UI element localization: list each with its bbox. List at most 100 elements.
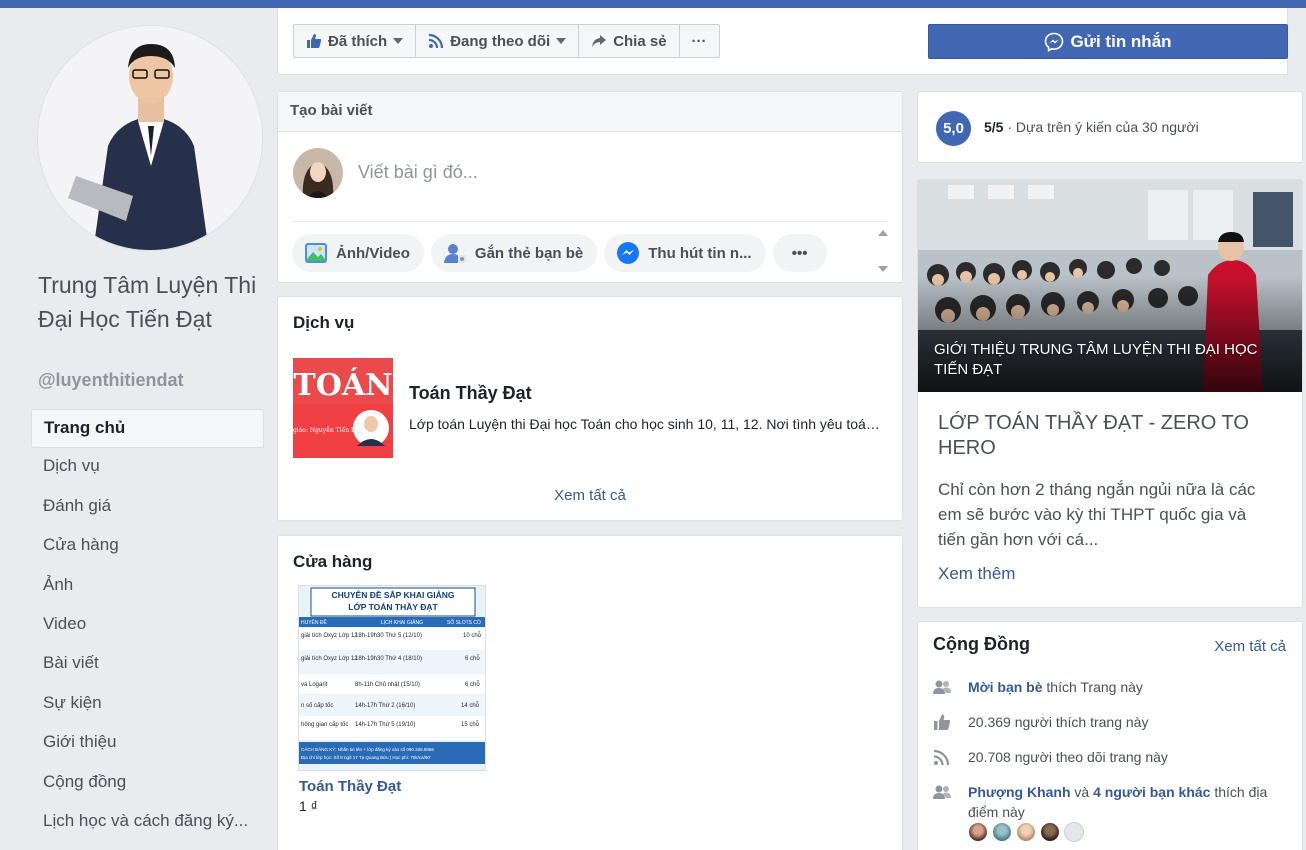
- invite-friends-link[interactable]: Mời bạn bè: [968, 679, 1043, 695]
- poster-cell: 6 chỗ: [465, 681, 480, 688]
- invite-text: thích Trang này: [1042, 679, 1143, 695]
- create-post-title: Tạo bài viết: [278, 92, 902, 132]
- poster-cell: và Logarit: [301, 682, 328, 688]
- messenger-icon: [616, 241, 640, 265]
- divider: [292, 221, 888, 222]
- nav-item-home[interactable]: Trang chủ: [31, 409, 264, 449]
- page-name: Trung Tâm Luyện Thi Đại Học Tiến Đạt: [38, 272, 257, 332]
- community-invite-row: Mời bạn bè thích Trang này: [933, 677, 1143, 697]
- friends-icon: [933, 783, 951, 801]
- share-button[interactable]: Chia sẻ: [579, 25, 680, 57]
- poster-cell: 18h-19h30 Thứ 5 (12/10): [355, 633, 422, 639]
- poster-cell: 14h-17h Thứ 2 (16/10): [355, 703, 415, 709]
- left-column: Trung Tâm Luyện Thi Đại Học Tiến Đạt @lu…: [0, 8, 276, 850]
- rating-card[interactable]: 5,0 5/5 · Dựa trên ý kiến của 30 người: [917, 91, 1303, 163]
- messenger-icon: [1044, 32, 1064, 52]
- nav-item-photos[interactable]: Ảnh: [31, 567, 264, 606]
- thumbs-up-icon: [306, 33, 322, 49]
- poster-header-2: LỊCH KHAI GIẢNG: [381, 619, 423, 626]
- user-avatar: [293, 148, 343, 198]
- get-messages-button[interactable]: Thu hút tin n...: [604, 234, 766, 272]
- service-thumbnail[interactable]: TOÁN Thầy giáo: Nguyễn Tiến Đạt: [293, 358, 393, 458]
- community-see-all-link[interactable]: Xem tất cả: [1214, 638, 1286, 655]
- scroll-down-arrow[interactable]: [878, 266, 888, 272]
- community-title: Cộng Đồng: [933, 634, 1030, 654]
- nav-item-videos[interactable]: Video: [31, 606, 264, 645]
- nav-item-services[interactable]: Dịch vụ: [31, 448, 264, 487]
- service-thumbnail-teacher: Thầy giáo: Nguyễn Tiến Đạt: [293, 426, 362, 434]
- poster-heading-2: LỚP TOÁN THẦY ĐẠT: [348, 601, 438, 612]
- friends-icon: [933, 678, 951, 696]
- featured-title[interactable]: LỚP TOÁN THẦY ĐẠT - ZERO TO HERO: [938, 411, 1288, 461]
- chevron-down-icon: [393, 38, 404, 44]
- page-handle[interactable]: @luyenthitiendat: [38, 370, 184, 391]
- poster-cell: n số cấp tốc: [301, 703, 333, 709]
- nav-item-schedule[interactable]: Lịch học và cách đăng ký...: [31, 803, 264, 842]
- poster-header-3: SỐ SLOTS CÒ: [447, 619, 481, 626]
- poster-cell: 15 chỗ: [461, 721, 480, 728]
- rating-label: 5/5: [984, 119, 1004, 135]
- nav-item-events[interactable]: Sự kiện: [31, 685, 264, 724]
- tag-friends-button[interactable]: Gắn thẻ bạn bè: [430, 234, 598, 272]
- poster-cell: 10 chỗ: [463, 632, 482, 639]
- more-options-button[interactable]: •••: [772, 234, 827, 272]
- featured-excerpt: Chỉ còn hơn 2 tháng ngắn ngủi nữa là các…: [938, 480, 1256, 549]
- scroll-up-arrow[interactable]: [878, 230, 888, 236]
- post-input[interactable]: Viết bài gì đó...: [358, 162, 478, 183]
- services-see-all-link[interactable]: Xem tất cả: [278, 487, 902, 504]
- shop-card: Cửa hàng CHUYÊN ĐỀ SẮP KHAI GIẢNG LỚP TO…: [277, 535, 903, 850]
- rating-description: · Dựa trên ý kiến của 30 người: [1007, 119, 1199, 135]
- tag-friends-icon: [443, 242, 467, 264]
- featured-post-card: GIỚI THIỆU TRUNG TÂM LUYỆN THI ĐẠI HỌC T…: [917, 179, 1303, 608]
- photo-video-button[interactable]: Ảnh/Video: [292, 234, 424, 272]
- rating-badge: 5,0: [936, 111, 971, 146]
- nav-item-community[interactable]: Cộng đồng: [31, 764, 264, 803]
- community-likes-row: 20.369 người thích trang này: [933, 712, 1148, 732]
- community-friends-row: Phượng Khanh và 4 người bạn khác thích đ…: [933, 782, 1273, 822]
- nav-item-about[interactable]: Giới thiệu: [31, 724, 264, 763]
- poster-footer-2: Địa chỉ lớp học: Số 8 ngõ 17 Tạ Quang Bử…: [301, 754, 431, 760]
- avatar[interactable]: [1064, 822, 1084, 842]
- poster-heading-1: CHUYÊN ĐỀ SẮP KHAI GIẢNG: [331, 589, 454, 600]
- service-thumbnail-title: TOÁN: [293, 367, 392, 403]
- profile-picture[interactable]: [37, 25, 263, 251]
- top-blue-bar: [0, 0, 1306, 8]
- poster-cell: 18h-19h30 Thứ 4 (18/10): [355, 656, 422, 662]
- rss-icon: [933, 748, 951, 766]
- follows-count: 20.708 người theo dõi trang này: [968, 749, 1168, 765]
- friends-avatars: [968, 822, 1084, 842]
- compose-options: Ảnh/Video Gắn thẻ bạn bè Thu hút tin n..…: [292, 234, 827, 272]
- shop-title: Cửa hàng: [293, 552, 373, 571]
- services-card: Dịch vụ TOÁN Thầy giáo: Nguyễn Tiến Đạt …: [277, 296, 903, 521]
- nav-item-reviews[interactable]: Đánh giá: [31, 488, 264, 527]
- service-title[interactable]: Toán Thầy Đạt: [409, 383, 532, 404]
- other-friends-link[interactable]: 4 người bạn khác: [1093, 784, 1210, 800]
- nav-item-shop[interactable]: Cửa hàng: [31, 527, 264, 566]
- featured-see-more-link[interactable]: Xem thêm: [938, 564, 1015, 584]
- product-name[interactable]: Toán Thầy Đạt: [299, 778, 401, 795]
- avatar[interactable]: [1016, 822, 1036, 842]
- nav-item-posts[interactable]: Bài viết: [31, 645, 264, 684]
- poster-footer-1: CÁCH ĐĂNG KÝ: Nhắn tin tên + lớp đăng ký…: [301, 746, 434, 752]
- poster-cell: 14 chỗ: [461, 702, 480, 709]
- create-post-card: Tạo bài viết Viết bài gì đó... Ảnh/Video…: [277, 91, 903, 283]
- avatar[interactable]: [1040, 822, 1060, 842]
- liked-button[interactable]: Đã thích: [294, 25, 417, 57]
- following-button[interactable]: Đang theo dõi: [416, 25, 580, 57]
- poster-cell: giải tích Oxyz Lớp 12: [301, 633, 358, 639]
- featured-image-caption: GIỚI THIỆU TRUNG TÂM LUYỆN THI ĐẠI HỌC T…: [934, 341, 1258, 378]
- avatar[interactable]: [992, 822, 1012, 842]
- featured-image[interactable]: GIỚI THIỆU TRUNG TÂM LUYỆN THI ĐẠI HỌC T…: [918, 180, 1302, 392]
- avatar[interactable]: [968, 822, 988, 842]
- send-message-button[interactable]: Gửi tin nhắn: [928, 24, 1288, 59]
- service-description: Lớp toán Luyện thi Đại học Toán cho học …: [409, 416, 881, 432]
- friend-name-link[interactable]: Phượng Khanh: [968, 784, 1071, 800]
- page-action-buttons: Đã thích Đang theo dõi Chia sẻ ···: [293, 24, 720, 58]
- photo-icon: [304, 242, 328, 264]
- more-actions-button[interactable]: ···: [680, 25, 719, 57]
- page-nav: Trang chủ Dịch vụ Đánh giá Cửa hàng Ảnh …: [31, 409, 264, 842]
- community-follows-row: 20.708 người theo dõi trang này: [933, 747, 1168, 767]
- product-image[interactable]: CHUYÊN ĐỀ SẮP KHAI GIẢNG LỚP TOÁN THẦY Đ…: [298, 585, 486, 771]
- rss-icon: [428, 33, 444, 49]
- poster-cell: 6 chỗ: [465, 655, 480, 662]
